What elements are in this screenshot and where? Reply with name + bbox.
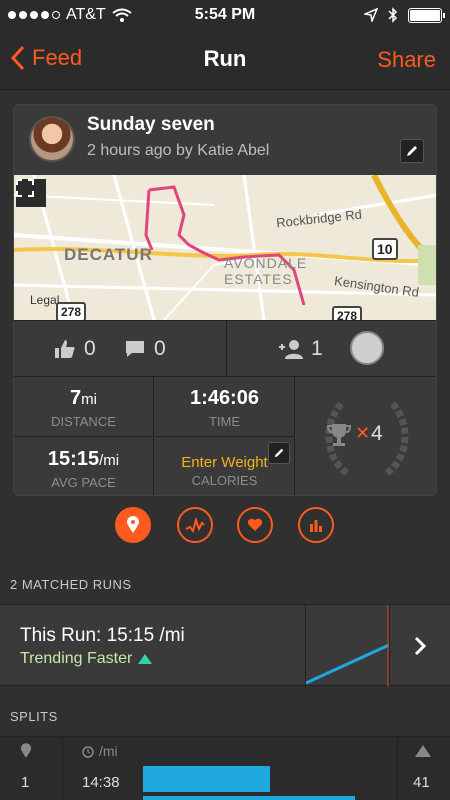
kudos-button[interactable]: 0 (54, 337, 96, 361)
split-pace: 14:38 (82, 774, 120, 791)
splits-heading: SPLITS (10, 709, 58, 724)
status-right (364, 7, 445, 23)
times-icon: ✕ (355, 423, 371, 443)
expand-icon (16, 179, 34, 197)
splits-column-divider (397, 736, 398, 800)
comment-icon (126, 341, 144, 357)
expand-map-button[interactable] (16, 179, 46, 207)
distance-value: 7 (70, 387, 82, 409)
bluetooth-icon (388, 7, 398, 23)
route-shield-10: 10 (372, 238, 398, 260)
nav-bar: Feed Run Share (0, 30, 450, 90)
tab-heart-rate[interactable] (237, 507, 273, 543)
group-athletes-button[interactable]: 1 (279, 337, 323, 361)
route-shield-278-east: 278 (332, 306, 363, 320)
activity-card: Sunday seven 2 hours ago by Katie Abel D… (13, 104, 437, 496)
activity-subtitle: 2 hours ago by Katie Abel (87, 142, 270, 159)
heart-icon (247, 518, 263, 531)
detail-tabs (0, 507, 450, 543)
achievements-count-group: ✕ 4 (326, 422, 383, 446)
bar-chart-icon (310, 520, 322, 532)
pace-label: AVG PACE (51, 475, 116, 490)
map-label-decatur: DECATUR (64, 245, 153, 264)
stat-time: 1:46:06 TIME (155, 377, 295, 437)
thumbs-up-icon (55, 340, 75, 358)
route-shield-278-west: 278 (56, 302, 87, 320)
group-athlete-avatar[interactable] (350, 331, 384, 365)
split-pace-bar (143, 766, 270, 792)
split-pace-bar-next (143, 796, 355, 800)
activity-title: Sunday seven (87, 114, 215, 135)
split-mile: 1 (21, 774, 30, 791)
split-row: 1 14:38 41 (0, 766, 450, 800)
edit-weight-button[interactable] (268, 442, 290, 464)
elevation-icon (415, 745, 431, 757)
athlete-avatar[interactable] (29, 116, 75, 162)
map-label-estates: ESTATES (224, 271, 293, 287)
add-athlete-icon (279, 340, 303, 359)
stat-avg-pace: 15:15/mi AVG PACE (14, 438, 154, 495)
trend-up-icon (138, 654, 153, 664)
pace-value: 15:15 (47, 448, 100, 470)
matched-runs-row[interactable]: This Run: 15:15 /mi Trending Faster (0, 604, 450, 687)
map-label-avondale: AVONDALE (224, 255, 308, 271)
trend-line (305, 605, 390, 687)
matched-run-title: This Run: 15:15 /mi (20, 625, 185, 646)
clock-icon (82, 746, 94, 758)
tab-map[interactable] (115, 507, 151, 543)
kudos-count: 0 (84, 337, 96, 360)
tab-splits[interactable] (298, 507, 334, 543)
activity-header: Sunday seven 2 hours ago by Katie Abel (14, 105, 436, 175)
location-arrow-icon (364, 8, 378, 22)
map-pin-icon (127, 516, 139, 533)
calories-label: CALORIES (191, 473, 258, 488)
pencil-icon (274, 448, 284, 458)
split-elevation: 41 (413, 774, 430, 791)
splits-header-row: /mi (0, 736, 450, 766)
stat-distance: 7mi DISTANCE (14, 377, 154, 437)
splits-column-divider (62, 736, 63, 800)
share-button[interactable]: Share (377, 47, 436, 73)
map-legal-link[interactable]: Legal (30, 293, 59, 307)
status-bar: AT&T 5:54 PM (0, 0, 450, 30)
matched-runs-heading: 2 MATCHED RUNS (10, 577, 132, 592)
pace-column-header: /mi (99, 743, 118, 759)
pace-unit: /mi (99, 452, 120, 469)
achievements-button[interactable]: ✕ 4 (296, 377, 436, 495)
battery-icon (408, 7, 445, 23)
stats-grid: 7mi DISTANCE 1:46:06 TIME 15:15/mi AVG P… (14, 376, 436, 495)
matched-runs-graph (305, 605, 390, 687)
pulse-icon (185, 517, 205, 533)
comments-button[interactable]: 0 (124, 337, 166, 361)
route-map[interactable]: DECATUR AVONDALE ESTATES Rockbridge Rd K… (14, 175, 436, 320)
athletes-count: 1 (311, 337, 323, 360)
chevron-right-icon (414, 636, 426, 656)
edit-activity-button[interactable] (400, 139, 424, 163)
map-pin-icon (20, 743, 32, 758)
matched-run-trend: Trending Faster (20, 650, 153, 668)
trend-label: Trending Faster (20, 650, 133, 667)
comments-count: 0 (154, 337, 166, 360)
achievements-count: 4 (371, 422, 383, 445)
trophy-icon (326, 424, 352, 446)
tab-analysis[interactable] (177, 507, 213, 543)
time-value: 1:46:06 (190, 387, 259, 409)
time-label: TIME (208, 414, 241, 429)
social-divider (226, 321, 227, 377)
stat-calories[interactable]: Enter Weight CALORIES (155, 438, 295, 495)
pencil-icon (407, 146, 417, 156)
distance-unit: mi (81, 391, 97, 408)
distance-label: DISTANCE (51, 414, 116, 429)
social-bar: 0 0 1 (14, 320, 436, 377)
matched-runs-chevron[interactable] (389, 605, 450, 687)
